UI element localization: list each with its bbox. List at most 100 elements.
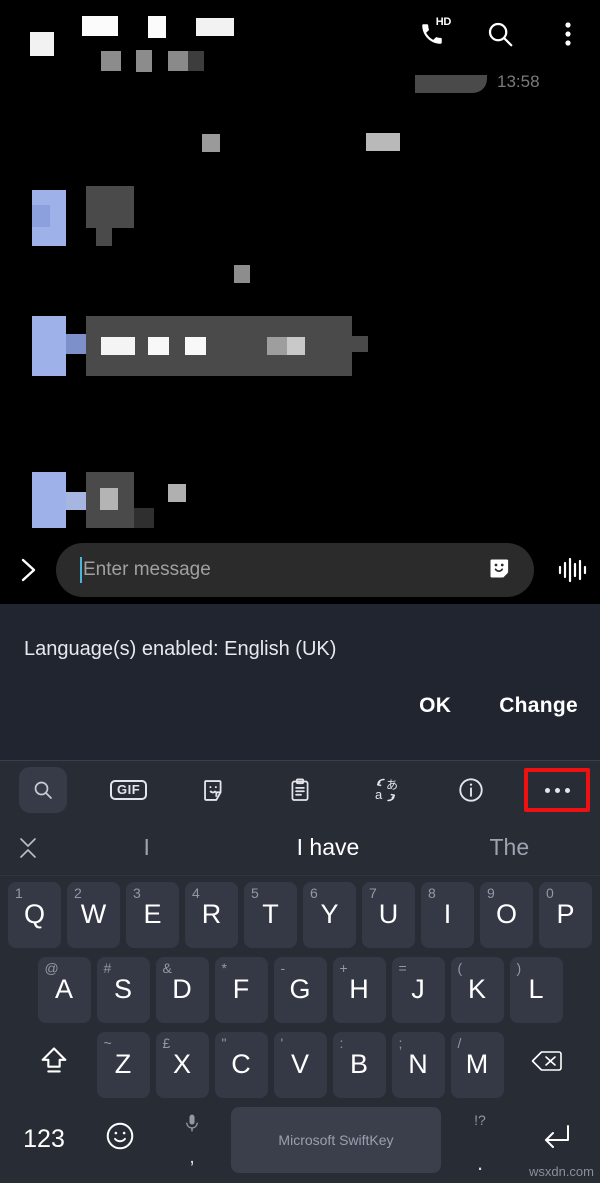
avatar[interactable]: [32, 205, 50, 227]
key-x[interactable]: £ X: [155, 1031, 209, 1098]
backspace-key[interactable]: [510, 1032, 584, 1098]
collapse-chevrons-icon[interactable]: [0, 835, 56, 861]
key-u[interactable]: 7U: [362, 881, 415, 948]
message-input[interactable]: Enter message: [56, 543, 534, 597]
watermark-text: wsxdn.com: [528, 1164, 594, 1179]
key-z[interactable]: ~ Z: [96, 1031, 150, 1098]
key-alt-label: 7: [369, 884, 377, 901]
key-v[interactable]: ' V: [273, 1031, 327, 1098]
key-b[interactable]: :B: [332, 1031, 386, 1098]
period-label: .: [476, 1149, 484, 1175]
toolbar-more-button[interactable]: [514, 761, 600, 819]
toolbar-clipboard-button[interactable]: [257, 761, 343, 819]
key-alt-label: 4: [192, 884, 200, 901]
more-dots: [544, 787, 570, 793]
key-e[interactable]: 3E: [126, 881, 179, 948]
change-button[interactable]: Change: [499, 694, 578, 718]
key-o[interactable]: 9O: [480, 881, 533, 948]
key-alt-label: 5: [251, 884, 259, 901]
redacted-label: [234, 265, 250, 283]
key-alt-label: /: [457, 1034, 462, 1051]
period-alt-label: !?: [474, 1111, 486, 1128]
toolbar-info-button[interactable]: [429, 761, 515, 819]
comma-key[interactable]: ,: [159, 1107, 225, 1173]
avatar[interactable]: [32, 316, 66, 376]
key-label: H: [349, 974, 369, 1004]
key-alt-label: ': [280, 1034, 284, 1051]
key-n[interactable]: ; N: [391, 1031, 445, 1098]
message-bubble[interactable]: [134, 508, 154, 528]
prediction-candidate-3[interactable]: The: [419, 834, 600, 861]
key-i[interactable]: 8I: [421, 881, 474, 948]
key-f[interactable]: * F: [214, 956, 268, 1023]
search-icon[interactable]: [480, 14, 520, 54]
chat-conversation-area: 13:58 HD Enter message: [0, 0, 600, 604]
key-m[interactable]: / M: [450, 1031, 504, 1098]
key-label: I: [443, 899, 452, 929]
redacted-text-token: [148, 337, 169, 355]
key-label: D: [172, 974, 192, 1004]
numeric-key[interactable]: 123: [7, 1107, 81, 1173]
key-label: A: [54, 974, 73, 1004]
space-brand-label: Microsoft SwiftKey: [278, 1131, 394, 1148]
key-k[interactable]: (K: [450, 956, 504, 1023]
key-label: L: [528, 974, 544, 1004]
key-d[interactable]: & D: [155, 956, 209, 1023]
key-alt-label: :: [339, 1034, 344, 1051]
key-t[interactable]: 5T: [244, 881, 297, 948]
prediction-candidate-1[interactable]: I: [56, 834, 237, 861]
key-c[interactable]: " C: [214, 1031, 268, 1098]
redacted-text-token: [185, 337, 206, 355]
key-w[interactable]: 2W: [67, 881, 120, 948]
key-j[interactable]: = J: [391, 956, 445, 1023]
sticker-icon: [190, 767, 238, 813]
key-alt-label: @: [44, 959, 59, 976]
prediction-candidate-2[interactable]: I have: [237, 834, 418, 861]
key-q[interactable]: 1Q: [8, 881, 61, 948]
toolbar-sticker-button[interactable]: [171, 761, 257, 819]
toolbar-gif-button[interactable]: GIF: [86, 761, 172, 819]
key-a[interactable]: @ A: [37, 956, 91, 1023]
message-bubble-tail: [352, 336, 368, 352]
key-alt-label: ;: [398, 1034, 403, 1051]
key-h[interactable]: + H: [332, 956, 386, 1023]
hd-badge-label: HD: [435, 16, 452, 28]
key-label: J: [411, 974, 425, 1004]
key-alt-label: 6: [310, 884, 318, 901]
key-s[interactable]: # S: [96, 956, 150, 1023]
chevron-right-icon[interactable]: [0, 536, 56, 604]
key-p[interactable]: 0P: [539, 881, 592, 948]
space-key[interactable]: Microsoft SwiftKey: [231, 1106, 441, 1173]
message-composer: Enter message: [0, 536, 600, 604]
phone-hd-icon[interactable]: HD: [412, 14, 452, 54]
prediction-bar: I I have The: [0, 820, 600, 876]
shift-key[interactable]: [17, 1032, 91, 1098]
toolbar-search-button[interactable]: [0, 761, 86, 819]
backspace-icon: [529, 1047, 565, 1082]
enter-key[interactable]: [519, 1107, 593, 1173]
avatar[interactable]: [66, 492, 86, 510]
redacted-text-token: [168, 484, 186, 502]
sticker-icon[interactable]: [484, 553, 518, 587]
audio-waveform-icon[interactable]: [544, 536, 600, 604]
key-alt-label: (: [457, 959, 463, 976]
emoji-key[interactable]: [87, 1107, 153, 1173]
key-y[interactable]: 6Y: [303, 881, 356, 948]
ok-button[interactable]: OK: [419, 694, 451, 718]
avatar[interactable]: [32, 472, 66, 528]
toolbar-translate-button[interactable]: a あ: [343, 761, 429, 819]
key-g[interactable]: -G: [273, 956, 327, 1023]
avatar[interactable]: [66, 334, 86, 354]
period-key[interactable]: !? .: [447, 1107, 513, 1175]
redacted-text-token: [287, 337, 305, 355]
message-timestamp: 13:58: [497, 72, 540, 88]
more-vertical-icon[interactable]: [548, 14, 588, 54]
key-l[interactable]: ) L: [509, 956, 563, 1023]
keyboard-row-3: ~ Z £ X " C ' V :B ; N / M: [0, 1027, 600, 1102]
message-bubble-partial[interactable]: [415, 75, 487, 93]
key-alt-label: 0: [546, 884, 554, 901]
key-r[interactable]: 4R: [185, 881, 238, 948]
message-bubble[interactable]: [86, 186, 134, 228]
text-caret: [80, 557, 82, 583]
key-label: F: [232, 974, 250, 1004]
